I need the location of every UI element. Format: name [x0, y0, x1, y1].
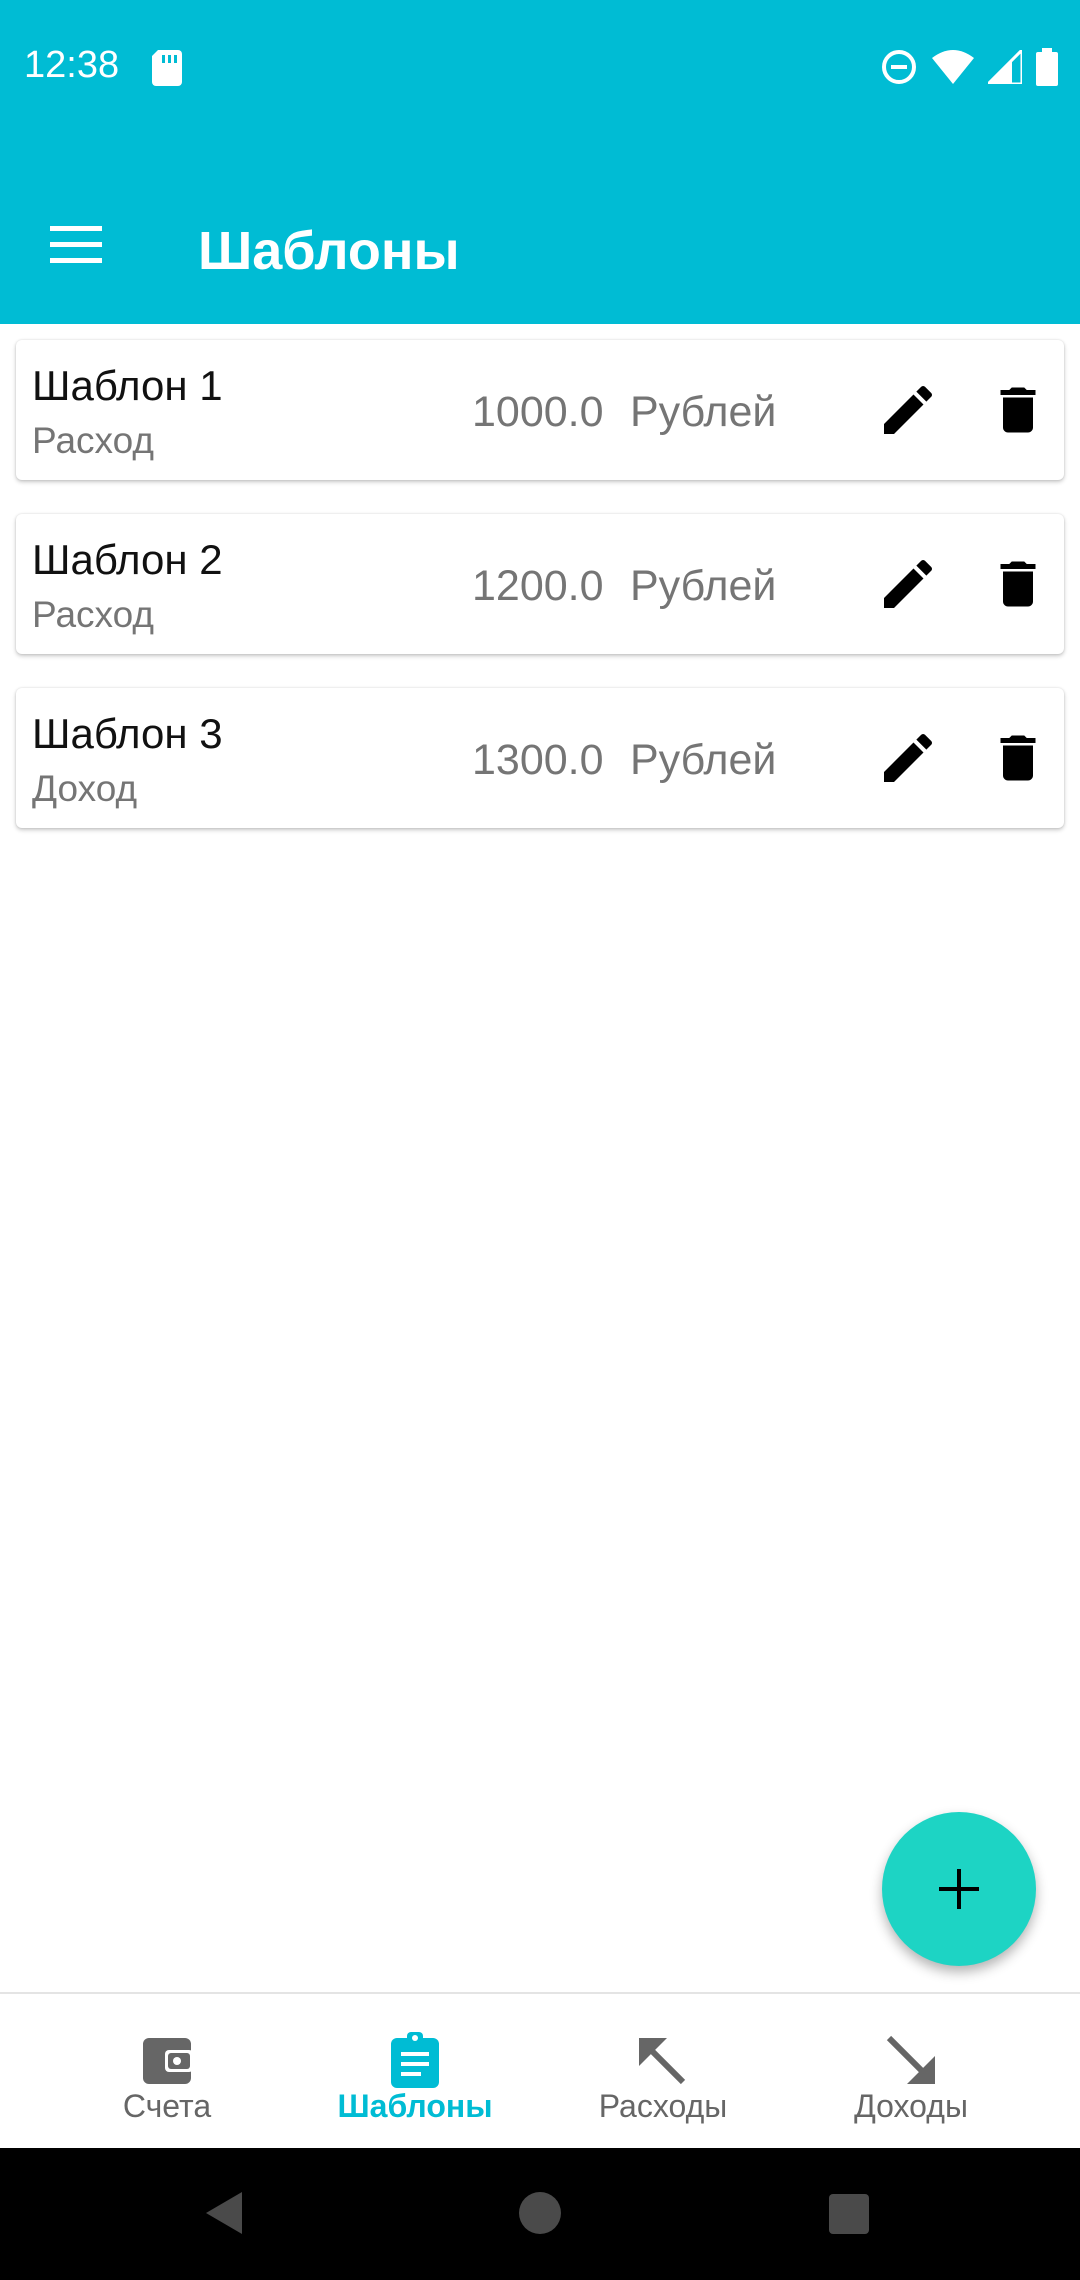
template-type: Расход — [32, 594, 154, 635]
edit-icon[interactable] — [876, 726, 940, 790]
wallet-icon — [143, 2038, 193, 2084]
template-currency: Рублей — [630, 562, 777, 610]
arrow-down-right-icon — [886, 2035, 935, 2084]
page-title: Шаблоны — [198, 221, 460, 281]
plus-icon — [939, 1869, 979, 1909]
app-bar: Шаблоны — [0, 138, 1080, 324]
template-card[interactable]: Шаблон 3 Доход 1300.0 Рублей — [16, 688, 1064, 828]
template-amount: 1000.0 — [472, 388, 604, 436]
nav-item-expenses[interactable]: Расходы — [538, 1994, 788, 2150]
template-amount: 1200.0 — [472, 562, 604, 610]
nav-item-income[interactable]: Доходы — [786, 1994, 1036, 2150]
battery-icon — [1036, 48, 1058, 86]
clipboard-icon — [391, 2032, 439, 2088]
nav-item-accounts[interactable]: Счета — [42, 1994, 292, 2150]
nav-item-templates[interactable]: Шаблоны — [290, 1994, 540, 2150]
template-name: Шаблон 3 — [32, 710, 223, 757]
wifi-icon — [932, 50, 974, 84]
template-list: Шаблон 1 Расход 1000.0 Рублей Шаблон 2 Р… — [16, 340, 1064, 862]
delete-icon[interactable] — [988, 554, 1048, 614]
nav-label: Доходы — [854, 2088, 968, 2124]
template-name: Шаблон 1 — [32, 362, 223, 409]
template-currency: Рублей — [630, 388, 777, 436]
template-amount: 1300.0 — [472, 736, 604, 784]
home-icon[interactable] — [519, 2192, 561, 2234]
nav-label: Расходы — [598, 2088, 728, 2124]
delete-icon[interactable] — [988, 380, 1048, 440]
template-currency: Рублей — [630, 736, 777, 784]
recents-icon[interactable] — [829, 2194, 869, 2234]
sd-card-icon — [152, 50, 182, 86]
bottom-navigation: Счета Шаблоны Расходы Доходы — [0, 1992, 1080, 2150]
template-type: Расход — [32, 420, 154, 461]
edit-icon[interactable] — [876, 378, 940, 442]
template-card[interactable]: Шаблон 1 Расход 1000.0 Рублей — [16, 340, 1064, 480]
system-navigation-bar — [0, 2148, 1080, 2280]
back-icon[interactable] — [204, 2190, 244, 2236]
delete-icon[interactable] — [988, 728, 1048, 788]
status-icons — [880, 48, 1058, 86]
arrow-up-left-icon — [639, 2038, 686, 2085]
edit-icon[interactable] — [876, 552, 940, 616]
status-time: 12:38 — [24, 44, 120, 86]
menu-icon[interactable] — [48, 224, 104, 266]
signal-icon — [988, 50, 1022, 84]
status-bar: 12:38 — [0, 0, 1080, 138]
template-type: Доход — [32, 768, 138, 809]
nav-label: Шаблоны — [337, 2088, 493, 2124]
template-name: Шаблон 2 — [32, 536, 223, 583]
add-template-button[interactable] — [882, 1812, 1036, 1966]
template-card[interactable]: Шаблон 2 Расход 1200.0 Рублей — [16, 514, 1064, 654]
dnd-icon — [882, 50, 916, 84]
nav-label: Счета — [122, 2088, 212, 2124]
